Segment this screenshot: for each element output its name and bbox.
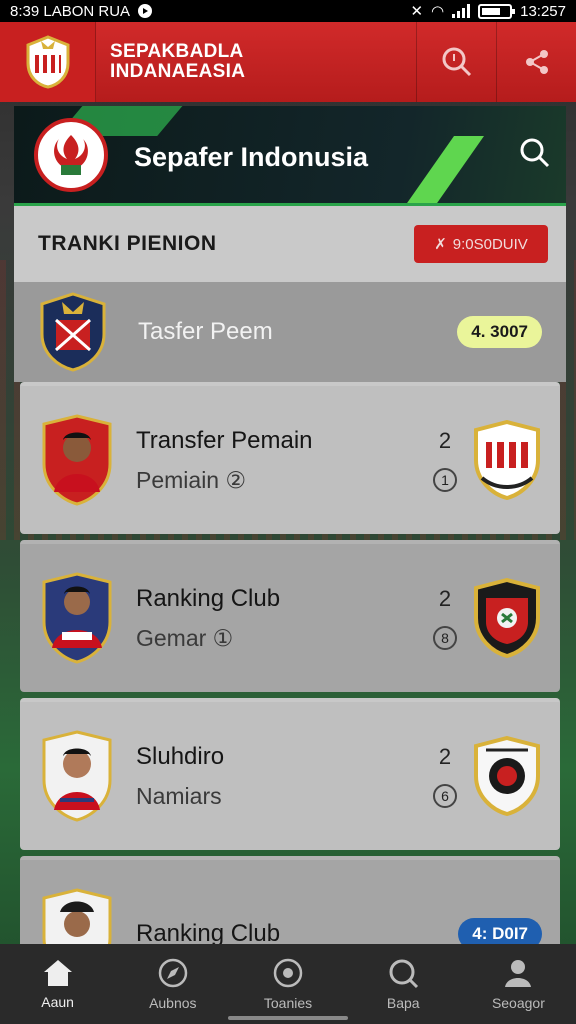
share-icon	[525, 50, 548, 74]
wifi-icon: ◠	[431, 3, 445, 20]
app-header: SEPAKBADLA INDANAEASIA	[0, 22, 576, 102]
nav-item-seoagor[interactable]: Seoagor	[461, 944, 576, 1024]
nav-label: Toanies	[263, 995, 313, 1011]
banner-title: Sepafer Indonusia	[134, 142, 369, 172]
nav-item-home[interactable]: Aaun	[0, 944, 115, 1024]
club-crest-icon	[474, 578, 540, 658]
status-time-left: 8:39 LABON RUA	[10, 2, 131, 20]
app-title-line1: SEPAKBADLA	[110, 41, 244, 62]
card-number: 2	[438, 744, 452, 769]
card-meta: 2 8	[430, 586, 460, 650]
card-title: Ranking Club	[136, 584, 281, 612]
section-header: TRANKI PIENION ✗ 9:0S0DUIV	[14, 206, 566, 282]
nav-label: Bapa	[386, 995, 420, 1011]
featured-name: Tasfer Peem	[138, 318, 273, 345]
list-item[interactable]: Ranking Club Gemar ① 2 8	[20, 540, 560, 692]
banner-search-button[interactable]	[518, 136, 552, 175]
club-crest-icon	[474, 420, 540, 500]
app-title-line2: INDANAEASIA	[110, 61, 246, 82]
app-logo[interactable]	[0, 22, 96, 102]
nav-item-bapa[interactable]: Bapa	[346, 944, 461, 1024]
play-icon	[138, 4, 153, 18]
club-crest-icon	[474, 736, 540, 816]
bluetooth-icon: ✕	[410, 3, 424, 20]
signal-icon	[452, 4, 471, 18]
nav-item-aubnos[interactable]: Aubnos	[115, 944, 230, 1024]
player-avatar	[42, 572, 112, 664]
pin-icon: ✗	[434, 236, 447, 253]
nav-label: Aubnos	[149, 995, 197, 1011]
featured-badge: 4. 3007	[457, 316, 542, 348]
federation-logo-icon	[54, 135, 88, 175]
card-meta: 2 6	[430, 744, 460, 808]
banner-logo[interactable]	[34, 118, 108, 192]
crest-icon	[26, 35, 69, 89]
player-avatar	[42, 414, 112, 506]
card-subtitle: Namiars	[136, 782, 222, 809]
card-text: Transfer Pemain Pemiain ②	[136, 427, 430, 494]
card-subtitle: Pemiain ②	[136, 466, 247, 493]
app-title: SEPAKBADLA INDANAEASIA	[110, 42, 416, 82]
nav-label: Aaun	[41, 994, 74, 1010]
home-icon	[43, 960, 72, 986]
card-meta: 2 1	[430, 428, 460, 492]
header-search-button[interactable]	[416, 22, 496, 102]
nav-label: Seoagor	[491, 995, 545, 1011]
card-text: Sluhdiro Namiars	[136, 743, 430, 810]
nav-item-toanies[interactable]: Toanies	[230, 944, 345, 1024]
card-subtitle: Gemar ①	[136, 624, 234, 651]
player-avatar	[42, 730, 112, 822]
search-icon	[520, 138, 550, 168]
search-icon	[442, 47, 471, 77]
card-title: Sluhdiro	[136, 742, 225, 770]
list-item[interactable]: Sluhdiro Namiars 2 6	[20, 698, 560, 850]
search-icon	[389, 959, 419, 989]
card-circle-number: 6	[433, 784, 457, 808]
header-share-button[interactable]	[496, 22, 576, 102]
ball-icon	[273, 958, 303, 988]
compass-icon	[158, 958, 188, 988]
card-circle-number: 8	[433, 626, 457, 650]
user-icon	[505, 960, 532, 987]
card-title: Transfer Pemain	[136, 426, 313, 454]
club-crest-icon	[40, 292, 106, 372]
battery-icon	[478, 3, 516, 19]
hero-banner: Sepafer Indonusia	[14, 106, 566, 206]
card-number: 2	[438, 428, 452, 453]
list-item[interactable]: Transfer Pemain Pemiain ② 2 1	[20, 382, 560, 534]
featured-row[interactable]: Tasfer Peem 4. 3007	[14, 282, 566, 382]
card-number: 2	[438, 586, 452, 611]
status-bar: 8:39 LABON RUA ✕ ◠ 13:257	[0, 0, 576, 22]
status-time-right: 13:257	[520, 2, 566, 20]
home-indicator	[228, 1016, 348, 1020]
section-badge-button[interactable]: ✗ 9:0S0DUIV	[414, 225, 548, 263]
bottom-nav: Aaun Aubnos Toanies Bapa Seoagor	[0, 944, 576, 1024]
card-circle-number: 1	[433, 468, 457, 492]
section-badge-text: 9:0S0DUIV	[452, 235, 528, 253]
card-text: Ranking Club Gemar ①	[136, 585, 430, 652]
content-panel: TRANKI PIENION ✗ 9:0S0DUIV Tasfer Peem 4…	[14, 206, 566, 1008]
section-title: TRANKI PIENION	[38, 232, 217, 255]
